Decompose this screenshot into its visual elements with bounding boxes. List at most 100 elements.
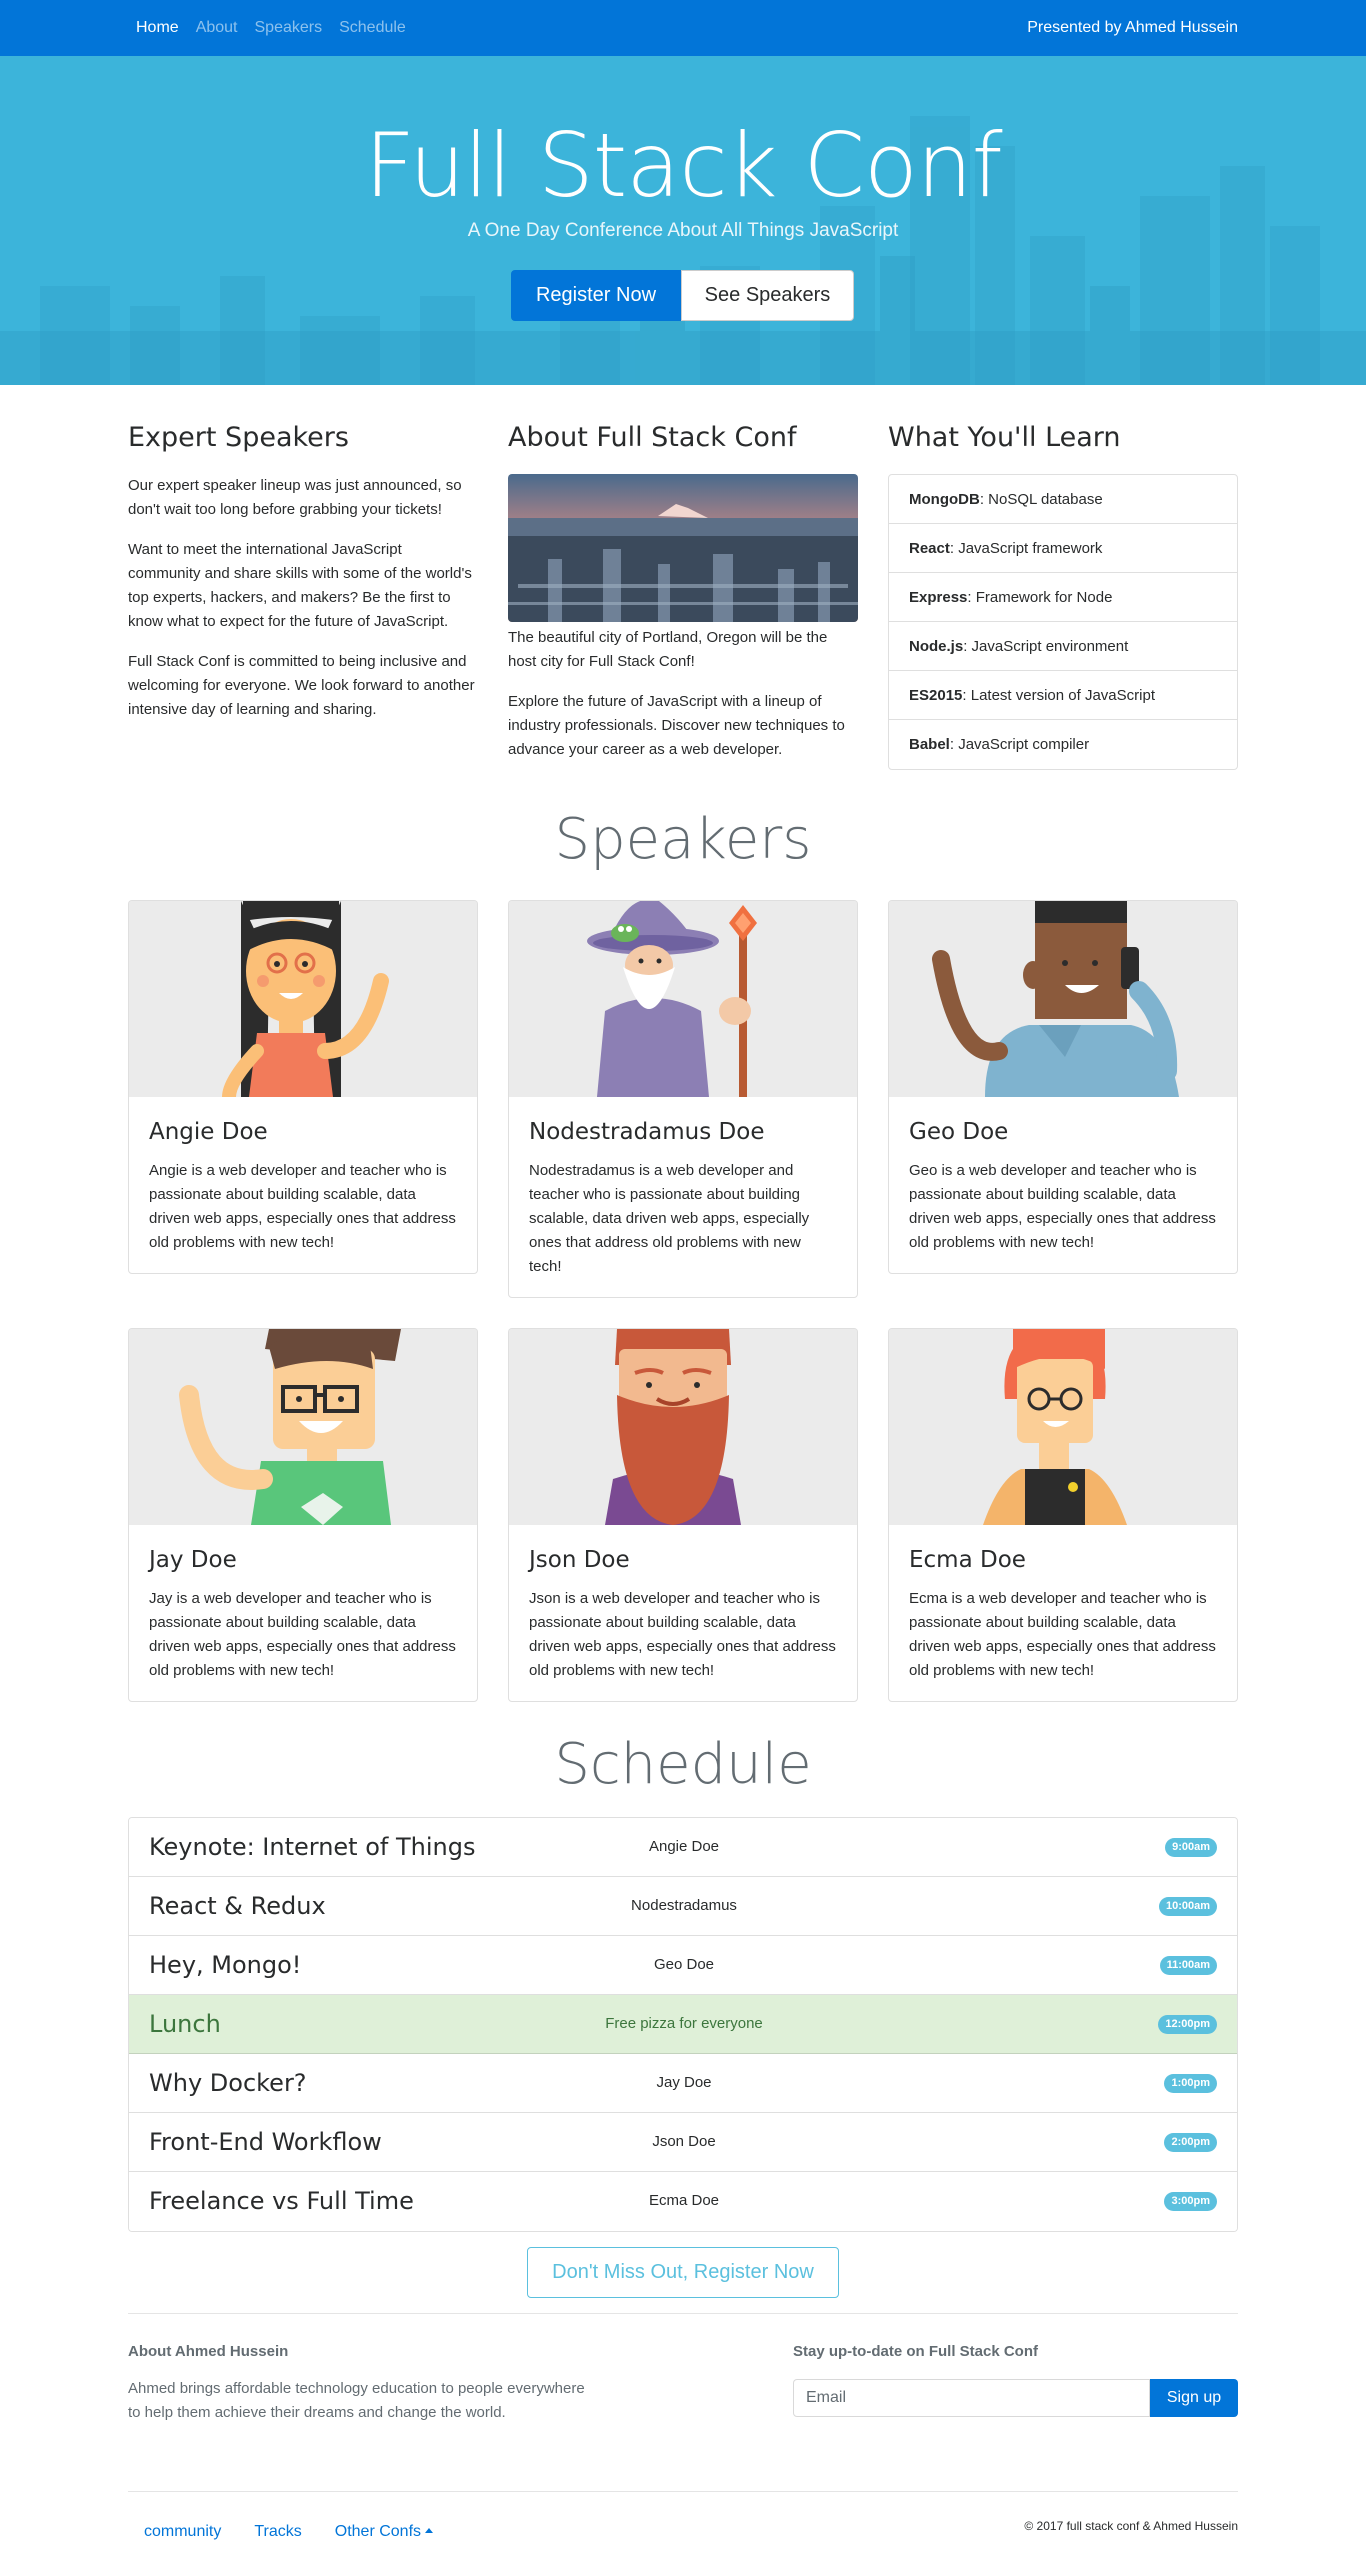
- speakers-heading: Speakers: [554, 807, 812, 872]
- session-speaker: Free pizza for everyone: [605, 2015, 763, 2032]
- session-time-badge: 1:00pm: [1164, 2074, 1217, 2093]
- caret-up-icon: [425, 2528, 434, 2533]
- nav-link-about[interactable]: About: [196, 18, 238, 38]
- copyright: © 2017 full stack conf & Ahmed Hussein: [1024, 2519, 1238, 2533]
- session-time-badge: 12:00pm: [1158, 2015, 1217, 2034]
- sign-up-button[interactable]: Sign up: [1150, 2379, 1238, 2417]
- learn-item-desc: : Framework for Node: [967, 588, 1113, 606]
- learn-item-name: ES2015: [909, 686, 963, 704]
- about-paragraph: The beautiful city of Portland, Oregon w…: [508, 629, 828, 670]
- register-now-button[interactable]: Register Now: [511, 270, 681, 321]
- footer-about-heading: About Ahmed Hussein: [128, 2343, 289, 2360]
- schedule-row: Why Docker? Jay Doe 1:00pm: [129, 2054, 1237, 2113]
- footer-link-community[interactable]: community: [144, 2522, 221, 2542]
- hero-title: Full Stack Conf: [364, 114, 1002, 217]
- expert-paragraph: Our expert speaker lineup was just annou…: [128, 477, 462, 518]
- jay-avatar: [129, 1329, 477, 1525]
- schedule-row-lunch: Lunch Free pizza for everyone 12:00pm: [129, 1995, 1237, 2054]
- speaker-bio: Nodestradamus is a web developer and tea…: [529, 1162, 810, 1275]
- nav-link-home[interactable]: Home: [136, 18, 179, 38]
- about-section: About Full Stack Conf The beautiful city…: [508, 420, 858, 778]
- footer-link-other-confs-label: Other Confs: [334, 2523, 422, 2540]
- hero-subtitle: A One Day Conference About All Things Ja…: [467, 220, 899, 241]
- speaker-bio: Angie is a web developer and teacher who…: [149, 1162, 456, 1251]
- about-paragraph: Explore the future of JavaScript with a …: [508, 693, 845, 758]
- session-time-badge: 2:00pm: [1164, 2133, 1217, 2152]
- learn-section: What You'll Learn MongoDB: NoSQL databas…: [888, 420, 1238, 770]
- speaker-name: Geo Doe: [909, 1119, 1009, 1145]
- nodestradamus-avatar: [509, 901, 857, 1097]
- schedule-row: React & Redux Nodestradamus 10:00am: [129, 1877, 1237, 1936]
- learn-item-nodejs: Node.js: JavaScript environment: [889, 622, 1237, 671]
- learn-item-react: React: JavaScript framework: [889, 524, 1237, 573]
- session-speaker: Ecma Doe: [648, 2192, 720, 2209]
- session-speaker: Geo Doe: [653, 1956, 715, 1973]
- learn-item-name: Express: [909, 588, 968, 606]
- dont-miss-out-register-button[interactable]: Don't Miss Out, Register Now: [527, 2247, 839, 2298]
- learn-item-es2015: ES2015: Latest version of JavaScript: [889, 671, 1237, 720]
- schedule-row: Front-End Workflow Json Doe 2:00pm: [129, 2113, 1237, 2172]
- see-speakers-button[interactable]: See Speakers: [681, 270, 854, 321]
- learn-list: MongoDB: NoSQL database React: JavaScrip…: [888, 474, 1238, 770]
- learn-item-desc: : JavaScript framework: [949, 539, 1103, 557]
- footer-bottom-divider: [128, 2491, 1238, 2492]
- speaker-card-ecma: Ecma Doe Ecma is a web developer and tea…: [888, 1328, 1238, 1702]
- schedule-row: Freelance vs Full Time Ecma Doe 3:00pm: [129, 2172, 1237, 2231]
- speaker-name: Json Doe: [529, 1547, 630, 1573]
- learn-item-name: Babel: [909, 736, 950, 753]
- footer-divider: [128, 2313, 1238, 2314]
- speaker-card-geo: Geo Doe Geo is a web developer and teach…: [888, 900, 1238, 1274]
- footer-link-tracks[interactable]: Tracks: [254, 2522, 301, 2542]
- speaker-bio: Ecma is a web developer and teacher who …: [909, 1590, 1216, 1679]
- schedule-row: Keynote: Internet of Things Angie Doe 9:…: [129, 1818, 1237, 1877]
- learn-heading: What You'll Learn: [888, 422, 1121, 453]
- schedule-list: Keynote: Internet of Things Angie Doe 9:…: [128, 1817, 1238, 2232]
- presented-by: Presented by Ahmed Hussein: [1027, 19, 1238, 36]
- footer-about-text: Ahmed brings affordable technology educa…: [128, 2380, 585, 2421]
- geo-avatar: [889, 901, 1237, 1097]
- hero-button-group: Register Now See Speakers: [511, 270, 854, 321]
- learn-item-express: Express: Framework for Node: [889, 573, 1237, 622]
- session-time-badge: 10:00am: [1158, 1897, 1217, 1916]
- footer-links: community Tracks Other Confs: [144, 2522, 466, 2542]
- speaker-card-json: Json Doe Json is a web developer and tea…: [508, 1328, 858, 1702]
- session-speaker: Angie Doe: [648, 1838, 720, 1855]
- learn-item-desc: : JavaScript environment: [963, 637, 1129, 655]
- learn-item-babel: Babel: JavaScript compiler: [889, 720, 1237, 769]
- navbar: Home About Speakers Schedule Presented b…: [0, 0, 1366, 56]
- nav-links: Home About Speakers Schedule: [136, 18, 423, 38]
- learn-item-name: React: [909, 539, 950, 557]
- session-speaker: Json Doe: [652, 2133, 716, 2150]
- about-heading: About Full Stack Conf: [508, 422, 797, 453]
- footer-link-other-confs[interactable]: Other Confs: [334, 2522, 434, 2542]
- session-time-badge: 9:00am: [1165, 1838, 1217, 1857]
- nav-link-speakers[interactable]: Speakers: [255, 18, 323, 38]
- speaker-card-angie: Angie Doe Angie is a web developer and t…: [128, 900, 478, 1274]
- session-time-badge: 3:00pm: [1164, 2192, 1217, 2211]
- learn-item-desc: : JavaScript compiler: [949, 736, 1090, 753]
- learn-item-desc: : NoSQL database: [979, 490, 1103, 508]
- learn-item-name: Node.js: [909, 637, 964, 655]
- hero-banner: Full Stack Conf A One Day Conference Abo…: [0, 56, 1366, 385]
- json-avatar: [509, 1329, 857, 1525]
- speaker-bio: Json is a web developer and teacher who …: [529, 1590, 836, 1679]
- speaker-card-jay: Jay Doe Jay is a web developer and teach…: [128, 1328, 478, 1702]
- learn-item-name: MongoDB: [909, 490, 980, 508]
- speaker-card-nodestradamus: Nodestradamus Doe Nodestradamus is a web…: [508, 900, 858, 1298]
- session-speaker: Jay Doe: [656, 2074, 712, 2091]
- schedule-row: Hey, Mongo! Geo Doe 11:00am: [129, 1936, 1237, 1995]
- learn-item-desc: : Latest version of JavaScript: [962, 686, 1155, 704]
- speaker-bio: Geo is a web developer and teacher who i…: [909, 1162, 1216, 1251]
- session-time-badge: 11:00am: [1159, 1956, 1217, 1975]
- expert-speakers-heading: Expert Speakers: [128, 422, 349, 453]
- speaker-name: Angie Doe: [149, 1119, 268, 1145]
- angie-avatar: [129, 901, 477, 1104]
- speaker-bio: Jay is a web developer and teacher who i…: [149, 1590, 456, 1679]
- expert-paragraph: Full Stack Conf is committed to being in…: [128, 653, 475, 718]
- nav-link-schedule[interactable]: Schedule: [339, 18, 406, 38]
- email-input[interactable]: Email: [793, 2379, 1150, 2417]
- portland-image: [508, 474, 858, 622]
- session-speaker: Nodestradamus: [631, 1897, 737, 1914]
- schedule-heading: Schedule: [554, 1732, 812, 1797]
- speaker-name: Ecma Doe: [909, 1547, 1026, 1573]
